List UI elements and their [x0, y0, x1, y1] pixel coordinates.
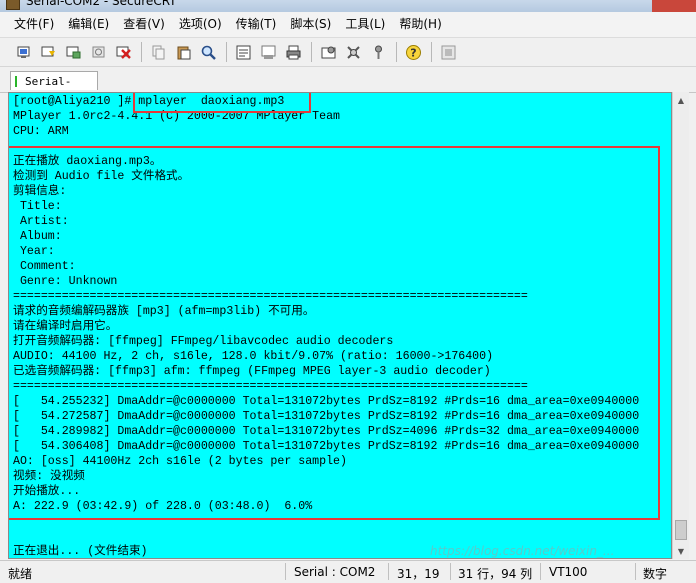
status-ready: 就绪: [8, 567, 33, 581]
session-options-icon[interactable]: [318, 42, 339, 63]
status-cursor: 31，19: [397, 567, 440, 581]
terminal-line: Artist:: [13, 215, 69, 228]
toolbar: ?: [0, 38, 696, 67]
terminal-line: [ 54.289982] DmaAddr=@c0000000 Total=131…: [13, 425, 640, 438]
connect-in-tab-icon[interactable]: [63, 42, 84, 63]
terminal-line: 视频: 没视频: [13, 470, 85, 483]
find-icon[interactable]: [198, 42, 219, 63]
terminal-line: Title:: [13, 200, 62, 213]
sftp-icon[interactable]: [438, 42, 459, 63]
terminal-output: [root@Aliya210 ]# mplayer daoxiang.mp3 MP…: [13, 94, 640, 558]
status-separator: [285, 563, 286, 580]
scroll-down-icon[interactable]: ▼: [673, 543, 689, 559]
terminal-line: Genre: Unknown: [13, 275, 118, 288]
menu-item[interactable]: 查看(V): [116, 12, 172, 37]
connect-icon[interactable]: [13, 42, 34, 63]
status-separator: [540, 563, 541, 580]
terminal-line: [ 54.255232] DmaAddr=@c0000000 Total=131…: [13, 395, 640, 408]
vertical-scrollbar[interactable]: ▲ ▼: [672, 92, 689, 559]
app-icon: [6, 0, 20, 10]
menu-bar: 文件(F) 编辑(E) 查看(V) 选项(O) 传输(T) 脚本(S) 工具(L) 帮助(H): [0, 12, 696, 38]
terminal-line: 已选音频解码器: [ffmp3] afm: ffmpeg (FFmpeg MPE…: [13, 365, 491, 378]
toolbar-separator: [431, 42, 432, 62]
status-mode: 数字: [643, 567, 668, 581]
toolbar-separator: [226, 42, 227, 62]
window-title: Serial-COM2 - SecureCRT: [26, 0, 177, 8]
close-button[interactable]: [652, 0, 696, 12]
help-icon[interactable]: ?: [403, 42, 424, 63]
menu-item[interactable]: 帮助(H): [392, 12, 448, 37]
print-setup-icon[interactable]: [233, 42, 254, 63]
terminal-line: 剪辑信息:: [13, 185, 67, 198]
terminal-line: MPlayer 1.0rc2-4.4.1 (C) 2000-2007 MPlay…: [13, 110, 340, 123]
status-session: Serial : COM2: [294, 565, 376, 579]
toolbar-separator: [141, 42, 142, 62]
status-separator: [388, 563, 389, 580]
status-bar: 就绪 Serial : COM2 31，19 31 行，94 列 VT100 数…: [0, 560, 696, 583]
terminal-line: AUDIO: 44100 Hz, 2 ch, s16le, 128.0 kbit…: [13, 350, 494, 363]
menu-item[interactable]: 工具(L): [338, 12, 392, 37]
terminal-line: 打开音频解码器: [ffmpeg] FFmpeg/libavcodec audi…: [13, 335, 394, 348]
paste-icon[interactable]: [173, 42, 194, 63]
terminal-line: 正在播放 daoxiang.mp3。: [13, 155, 162, 168]
terminal-screen[interactable]: [root@Aliya210 ]# mplayer daoxiang.mp3 MP…: [8, 92, 672, 559]
title-bar: Serial-COM2 - SecureCRT: [0, 0, 696, 12]
global-options-icon[interactable]: [343, 42, 364, 63]
svg-text:?: ?: [410, 46, 416, 59]
terminal-line: A: 222.9 (03:42.9) of 228.0 (03:48.0) 6.…: [13, 500, 313, 513]
scroll-up-icon[interactable]: ▲: [673, 92, 689, 108]
menu-item[interactable]: 文件(F): [0, 12, 61, 37]
menu-item[interactable]: 脚本(S): [283, 12, 338, 37]
status-emulation: VT100: [549, 565, 588, 579]
print-icon[interactable]: [283, 42, 304, 63]
terminal-line: 检测到 Audio file 文件格式。: [13, 170, 190, 183]
disconnect-icon[interactable]: [113, 42, 134, 63]
copy-icon[interactable]: [148, 42, 169, 63]
terminal-line: ========================================…: [13, 290, 528, 303]
menu-item[interactable]: 传输(T): [229, 12, 284, 37]
terminal-line: 开始播放...: [13, 485, 81, 498]
connected-status-indicator: [15, 76, 17, 87]
menu-item[interactable]: 选项(O): [172, 12, 229, 37]
toolbar-separator: [396, 42, 397, 62]
session-tab-strip: Serial-COM2: [0, 68, 696, 107]
status-separator: [450, 563, 451, 580]
terminal-line: [ 54.272587] DmaAddr=@c0000000 Total=131…: [13, 410, 640, 423]
quick-connect-icon[interactable]: [38, 42, 59, 63]
terminal-line: Comment:: [13, 260, 76, 273]
status-separator: [635, 563, 636, 580]
terminal-line: 请在编译时启用它。: [13, 320, 118, 333]
terminal-line: AO: [oss] 44100Hz 2ch s16le (2 bytes per…: [13, 455, 347, 468]
status-rowcol: 31 行，94 列: [458, 567, 533, 581]
toolbar-separator: [311, 42, 312, 62]
terminal-line: ========================================…: [13, 380, 528, 393]
keymap-icon[interactable]: [368, 42, 389, 63]
terminal-line: Album:: [13, 230, 62, 243]
terminal-line: CPU: ARM: [13, 125, 69, 138]
scroll-thumb[interactable]: [675, 520, 687, 540]
terminal-line: 请求的音频编解码器族 [mp3] (afm=mp3lib) 不可用。: [13, 305, 315, 318]
terminal-line: [root@Aliya210 ]# mplayer daoxiang.mp3: [13, 95, 285, 108]
tab-serial-com2[interactable]: Serial-COM2: [10, 71, 98, 107]
terminal-line: 正在退出... (文件结束): [13, 545, 148, 558]
terminal-line: Year:: [13, 245, 55, 258]
reconnect-icon[interactable]: [88, 42, 109, 63]
menu-item[interactable]: 编辑(E): [61, 12, 116, 37]
terminal-line: [ 54.306408] DmaAddr=@c0000000 Total=131…: [13, 440, 640, 453]
print-screen-icon[interactable]: [258, 42, 279, 63]
